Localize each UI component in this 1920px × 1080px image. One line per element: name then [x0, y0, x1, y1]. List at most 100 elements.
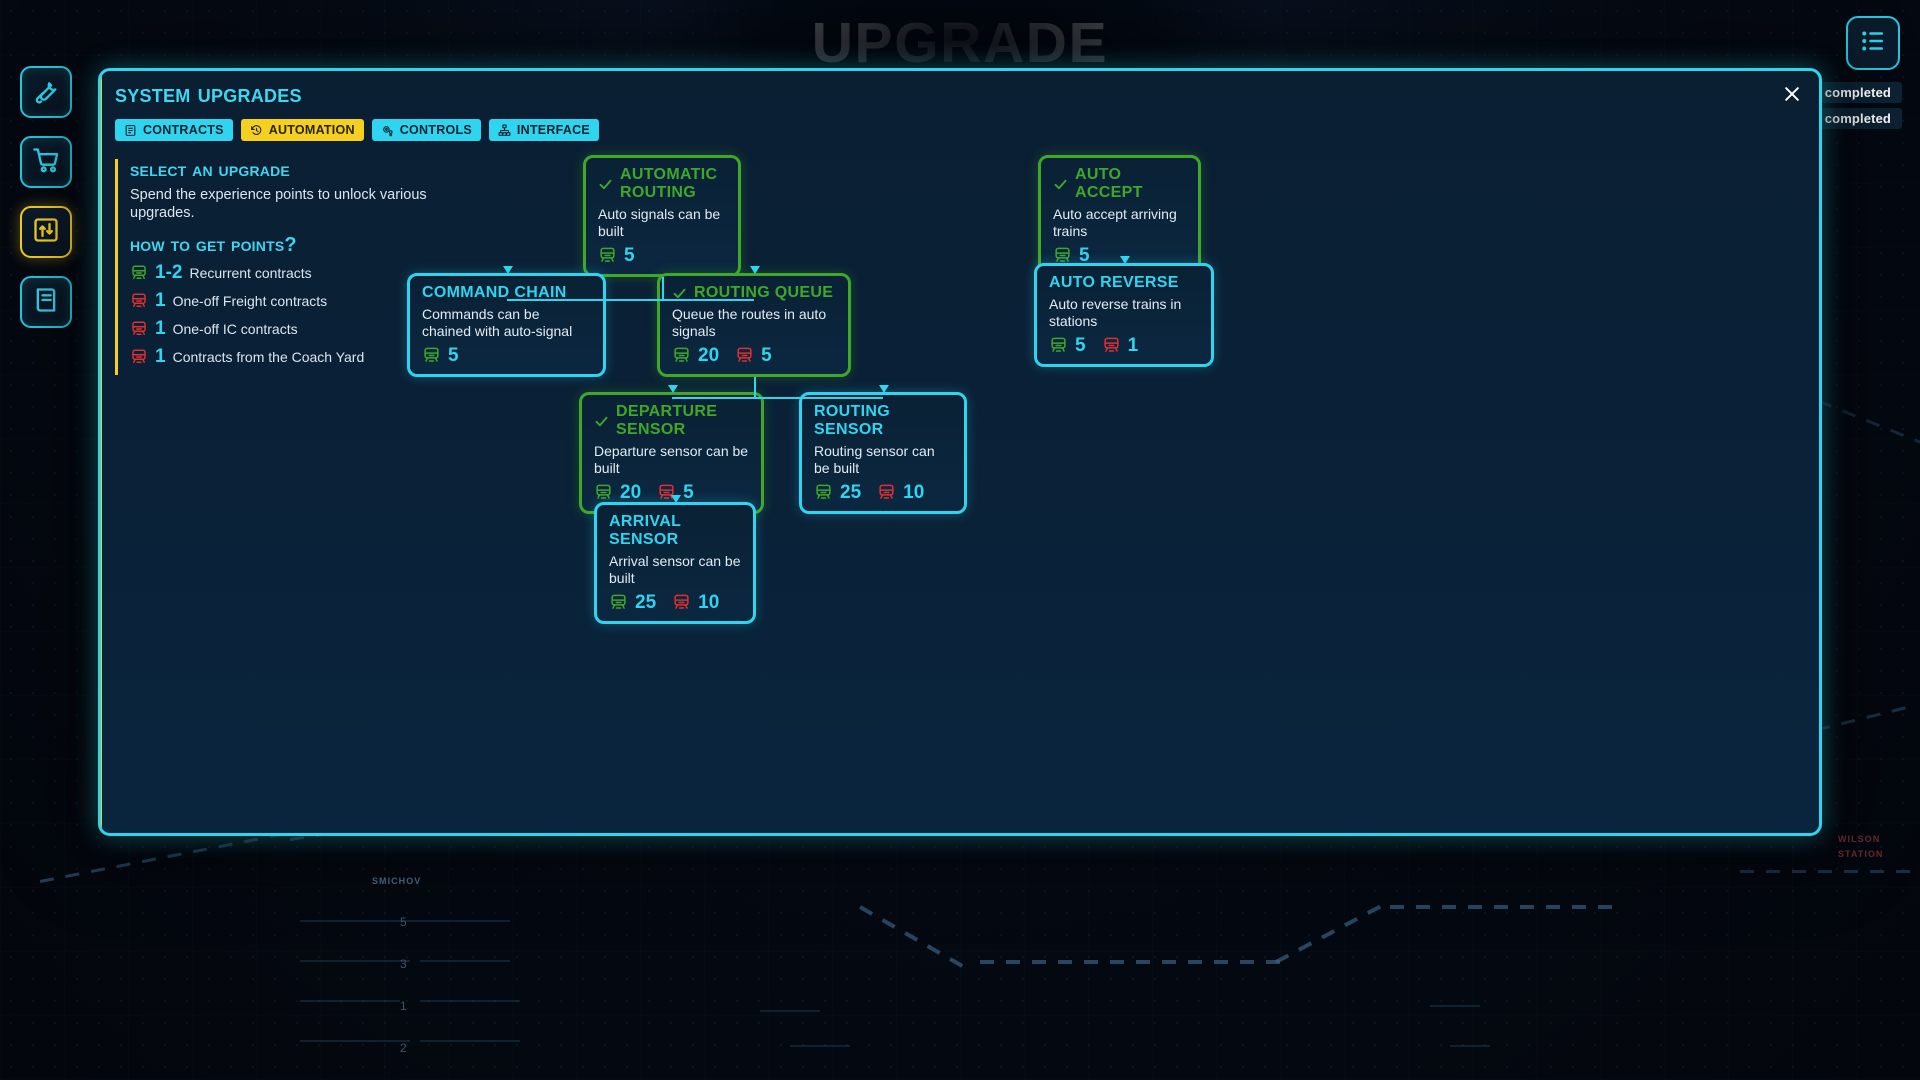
- cost-value: 25: [840, 482, 862, 504]
- train-red-icon: [877, 483, 896, 502]
- info-description: Spend the experience points to unlock va…: [130, 187, 427, 222]
- upgrade-node-routing-queue[interactable]: ROUTING QUEUE Queue the routes in auto si…: [657, 273, 851, 378]
- points-label: One-off Freight contracts: [172, 292, 328, 309]
- background-line: [420, 1000, 520, 1002]
- tool-button-manual[interactable]: [20, 276, 72, 328]
- tab-bar: CONTRACTS AUTOMATION CONTROLS INTERFACE: [115, 119, 600, 141]
- train-red-icon: [130, 348, 148, 366]
- background-line: [300, 1000, 400, 1002]
- upgrade-node-arrival-sensor[interactable]: ARRIVAL SENSOR Arrival sensor can be buil…: [594, 502, 756, 625]
- points-amount: 1: [155, 346, 166, 368]
- tab-label: CONTROLS: [399, 123, 472, 137]
- upgrade-cost: 5: [598, 246, 635, 265]
- upgrade-cost-row: 25 10: [814, 483, 952, 502]
- train-red-icon: [130, 292, 148, 310]
- train-red-icon: [1102, 336, 1121, 355]
- points-amount: 1-2: [155, 262, 183, 284]
- upgrade-node-title: DEPARTURE SENSOR: [616, 403, 718, 438]
- gears-icon: [381, 124, 394, 137]
- tab-automation[interactable]: AUTOMATION: [240, 119, 364, 141]
- points-label: One-off IC contracts: [172, 320, 298, 337]
- train-green-icon: [422, 346, 441, 365]
- connector-arrow: [879, 385, 889, 393]
- points-label: Contracts from the Coach Yard: [172, 348, 365, 365]
- upgrade-node-title: AUTOMATIC ROUTING: [620, 166, 718, 201]
- tool-button-build[interactable]: [20, 66, 72, 118]
- upgrade-node-title: AUTO ACCEPT: [1075, 166, 1143, 201]
- info-heading: Select an upgrade: [130, 159, 290, 181]
- tab-controls[interactable]: CONTROLS: [371, 119, 481, 141]
- points-amount: 1: [155, 318, 166, 340]
- points-label: Recurrent contracts: [189, 264, 312, 281]
- train-red-icon: [735, 346, 754, 365]
- close-icon: [1782, 84, 1802, 109]
- train-red-icon: [672, 593, 691, 612]
- background-number: 1: [400, 999, 408, 1013]
- upgrade-node-header: ROUTING SENSOR: [814, 403, 952, 439]
- upgrade-cost-row: 20 5: [672, 346, 836, 365]
- upgrade-node-description: Arrival sensor can be built: [609, 553, 741, 587]
- cost-value: 5: [624, 245, 635, 267]
- upgrade-cost: 5: [422, 346, 459, 365]
- connector-arrow: [1120, 256, 1130, 264]
- cost-value: 20: [698, 345, 720, 367]
- check-icon: [1053, 177, 1068, 192]
- upgrade-cost-row: 5: [422, 346, 591, 365]
- background-line: [790, 1045, 850, 1047]
- train-red-icon: [130, 320, 148, 338]
- background-line: [420, 960, 510, 962]
- background-line: [1430, 1005, 1480, 1007]
- points-row: 1 One-off IC contracts: [130, 319, 445, 338]
- dialog-title: System Upgrades: [115, 80, 302, 108]
- tab-interface[interactable]: INTERFACE: [488, 119, 600, 141]
- tool-button-shop[interactable]: [20, 136, 72, 188]
- objectives-button[interactable]: [1846, 16, 1900, 70]
- tool-button-upgrades[interactable]: [20, 206, 72, 258]
- upgrade-node-description: Queue the routes in auto signals: [672, 306, 827, 340]
- upgrade-info-panel: Select an upgrade Spend the experience p…: [115, 159, 445, 376]
- upgrade-node-description: Commands can be chained with auto-signal: [422, 306, 573, 340]
- station-label: Smichov: [372, 872, 422, 887]
- upgrade-node-title: ARRIVAL SENSOR: [609, 513, 681, 548]
- upgrade-node-routing-sensor[interactable]: ROUTING SENSOR Routing sensor can be buil…: [799, 392, 967, 515]
- upgrade-cost-row: 5: [598, 246, 726, 265]
- background-line: [300, 1040, 410, 1042]
- background-line: [760, 1010, 820, 1012]
- upgrade-node-command-chain[interactable]: COMMAND CHAIN Commands can be chained wit…: [407, 273, 606, 378]
- points-amount: 1: [155, 290, 166, 312]
- upgrade-node-description: Auto reverse trains in stations: [1049, 296, 1182, 330]
- upgrade-node-automatic-routing[interactable]: AUTOMATIC ROUTING Auto signals can be bui…: [583, 155, 741, 278]
- points-heading: How to get points?: [130, 234, 297, 257]
- cost-value: 20: [620, 482, 642, 504]
- upgrade-node-auto-reverse[interactable]: AUTO REVERSE Auto reverse trains in stati…: [1034, 263, 1214, 368]
- tab-contracts[interactable]: CONTRACTS: [115, 119, 233, 141]
- train-green-icon: [609, 593, 628, 612]
- close-button[interactable]: [1779, 83, 1805, 109]
- tab-label: INTERFACE: [516, 123, 591, 137]
- upgrade-cost: 5: [735, 346, 772, 365]
- train-green-icon: [814, 483, 833, 502]
- upgrade-node-description: Auto signals can be built: [598, 206, 721, 240]
- upgrade-node-description: Departure sensor can be built: [594, 443, 749, 477]
- train-green-icon: [672, 346, 691, 365]
- sliders-icon: [32, 216, 60, 249]
- history-icon: [250, 124, 263, 137]
- background-number: 5: [400, 915, 408, 929]
- points-list: 1-2 Recurrent contracts 1 One-off Freight …: [130, 263, 445, 366]
- upgrade-node-title: ROUTING SENSOR: [814, 403, 891, 438]
- tab-label: AUTOMATION: [268, 123, 355, 137]
- background-number: 2: [400, 1041, 408, 1055]
- upgrade-cost: 25: [609, 593, 656, 612]
- upgrade-cost: 10: [672, 593, 719, 612]
- hierarchy-icon: [498, 124, 511, 137]
- upgrade-tree: AUTOMATIC ROUTING Auto signals can be bui…: [407, 155, 1801, 625]
- left-toolbar: [20, 66, 72, 328]
- tab-label: CONTRACTS: [143, 123, 224, 137]
- modal-accent-bar: [101, 71, 102, 833]
- cost-value: 5: [683, 482, 694, 504]
- upgrade-node-header: DEPARTURE SENSOR: [594, 403, 749, 439]
- system-upgrades-dialog: System Upgrades CONTRACTS AUTOMATION CONTR…: [98, 68, 1822, 836]
- list-icon: [1858, 26, 1888, 61]
- cart-icon: [32, 146, 60, 179]
- background-line: [980, 960, 1280, 964]
